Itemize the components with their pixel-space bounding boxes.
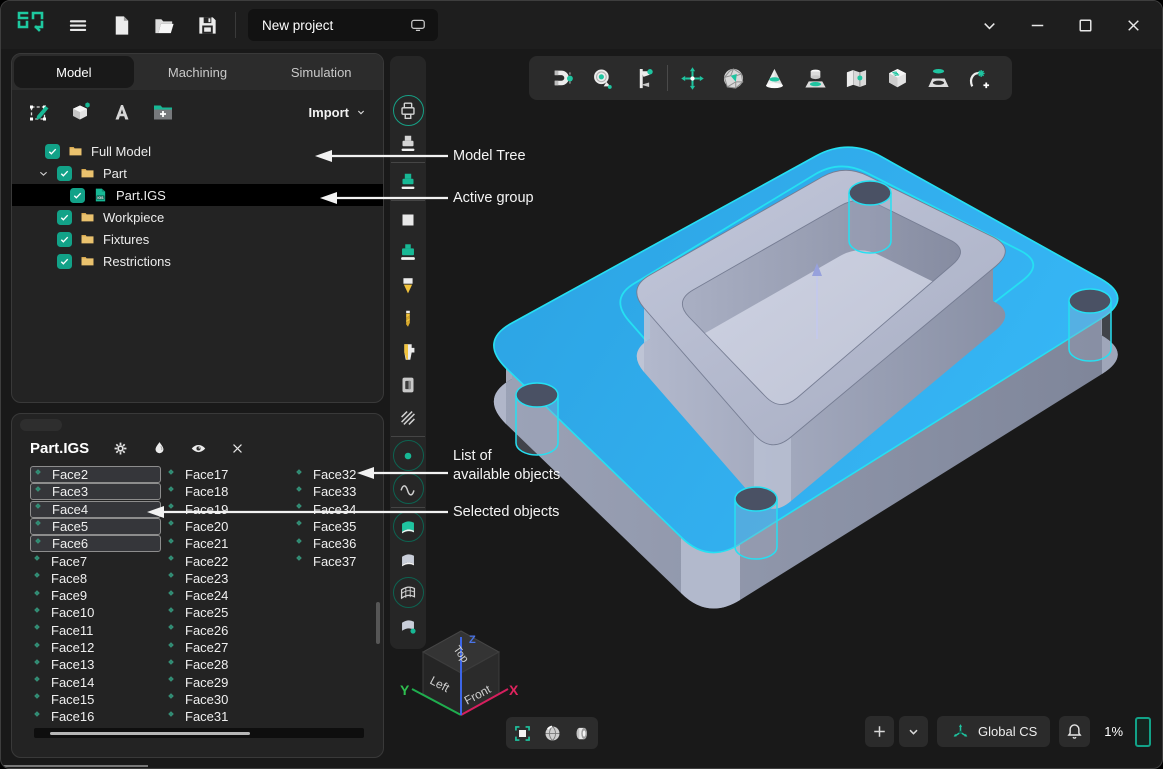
chevron-down-icon [903, 721, 924, 742]
notifications-button[interactable] [1059, 716, 1090, 747]
global-cs-button[interactable]: Global CS [937, 716, 1050, 747]
window-resize-edge[interactable] [1, 765, 148, 767]
cs-dropdown-button[interactable] [899, 716, 928, 747]
view-mode-buttons [506, 717, 598, 749]
shaded-sphere-icon [542, 723, 563, 744]
bell-icon [1064, 721, 1085, 742]
axis-z-label: Z [469, 634, 476, 646]
axis-y-label: Y [400, 682, 410, 698]
hole-north [849, 181, 891, 253]
cs-label: Global CS [978, 724, 1037, 739]
3d-viewport-model[interactable] [1, 1, 1163, 769]
app-window: New project ModelMachiningSimulation Imp… [0, 0, 1163, 769]
shaded-view-button[interactable] [539, 720, 565, 746]
progress-value: 1% [1104, 724, 1123, 739]
hole-south [735, 487, 777, 559]
status-bar: Global CS 1% [865, 716, 1151, 747]
fit-view-button[interactable] [510, 720, 536, 746]
fit-view-icon [512, 723, 533, 744]
view-cube[interactable]: Z Top Left Front Y X [395, 625, 523, 737]
material-view-button[interactable] [569, 720, 595, 746]
hole-east [1069, 289, 1111, 361]
plus-icon [869, 721, 890, 742]
battery-indicator [1135, 717, 1151, 747]
material-cylinder-icon [571, 723, 592, 744]
coordinate-system-icon [950, 721, 971, 742]
hole-west [516, 383, 558, 455]
add-cs-button[interactable] [865, 716, 894, 747]
axis-x-label: X [509, 682, 519, 698]
